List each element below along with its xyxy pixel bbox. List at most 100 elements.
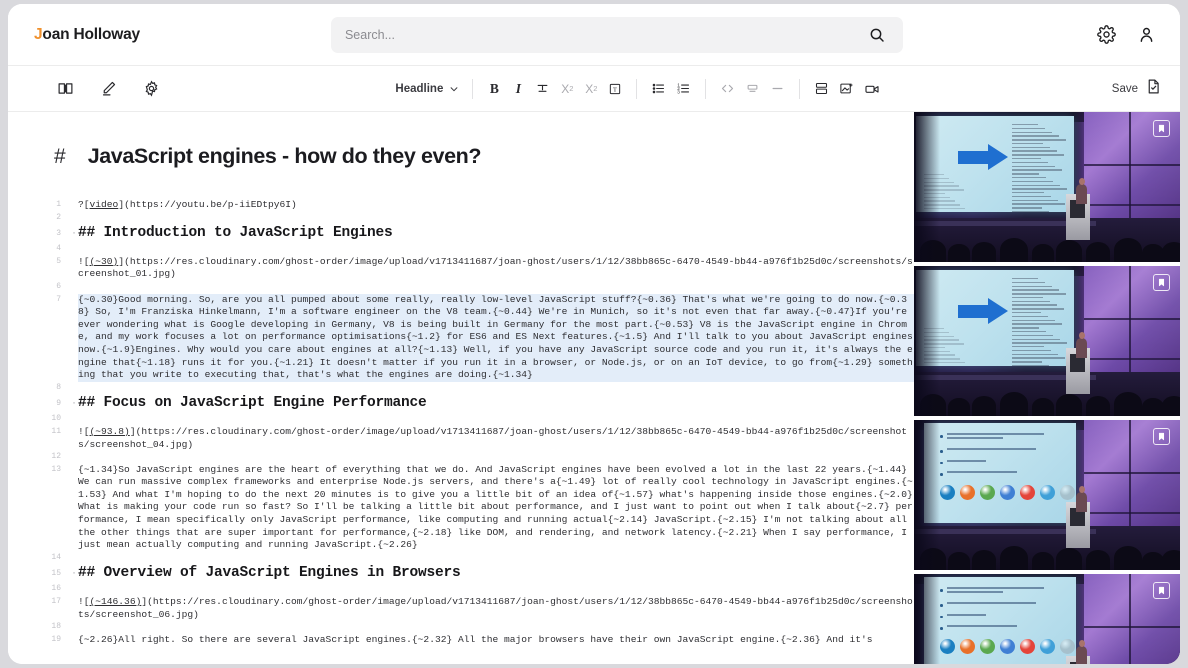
editor-line[interactable]: 8: [46, 382, 914, 395]
slide-bullet-item: [940, 602, 1044, 607]
audience-head: [1142, 244, 1164, 262]
audience-head: [1000, 546, 1028, 570]
style-select[interactable]: Headline: [391, 83, 463, 95]
editor-line[interactable]: 14: [46, 552, 914, 565]
editor-line[interactable]: 18: [46, 621, 914, 634]
slide-text-block: [1012, 278, 1068, 369]
speaker-figure: [1076, 332, 1087, 358]
gear-icon[interactable]: [1094, 23, 1118, 47]
bold-icon[interactable]: B: [482, 76, 506, 102]
toolbar-divider: [705, 78, 707, 99]
editor-line[interactable]: 17 ![(~146.36)](https://res.cloudinary.co…: [46, 596, 914, 621]
bookmark-icon[interactable]: [1153, 582, 1170, 599]
editor-line[interactable]: 9 · ## Focus on JavaScript Engine Performa…: [46, 394, 914, 413]
markdown-link-text[interactable]: video: [90, 199, 119, 210]
numbered-list-icon[interactable]: 1 2 3: [671, 76, 696, 102]
slide-bullet-list: [940, 587, 1044, 637]
editor-line[interactable]: 1 ?[video](https://youtu.be/p-iiEDtpy6I): [46, 199, 914, 212]
markdown-text: ?[video](https://youtu.be/p-iiEDtpy6I): [78, 199, 914, 212]
editor-line[interactable]: 7 {~0.30}Good morning. So, are you all pu…: [46, 293, 914, 382]
editor-line[interactable]: 13 {~1.34}So JavaScript engines are the h…: [46, 464, 914, 552]
screenshot-arrow-slide-1[interactable]: [914, 112, 1180, 262]
slide-bullet-list: [940, 433, 1044, 483]
audience-head: [1114, 546, 1142, 570]
toolbar-right-group: Save: [1112, 78, 1162, 100]
browser-logo: [1000, 485, 1015, 500]
editor-line[interactable]: 15 · ## Overview of JavaScript Engines in …: [46, 564, 914, 583]
audience-head: [972, 396, 996, 416]
audience-head: [1086, 396, 1110, 416]
audience-head: [1114, 238, 1142, 262]
brand-logo[interactable]: Joan Holloway: [34, 26, 140, 44]
markdown-text: [78, 552, 914, 565]
search-input[interactable]: [344, 27, 865, 42]
editor-line[interactable]: 19 {~2.26}All right. So there are several…: [46, 634, 914, 647]
fold-marker[interactable]: ·: [70, 224, 78, 243]
editor-line[interactable]: 12: [46, 451, 914, 464]
code-icon[interactable]: [715, 76, 740, 102]
screenshot-thumbnail-rail[interactable]: [914, 112, 1180, 664]
browser-logo: [1060, 639, 1075, 654]
screenshot-arrow-slide-2[interactable]: [914, 266, 1180, 416]
editor-line[interactable]: 16: [46, 583, 914, 596]
pencil-icon[interactable]: [95, 76, 122, 102]
save-button[interactable]: Save: [1112, 78, 1162, 100]
line-number: 15: [51, 569, 61, 579]
screenshot-engines-slide-1[interactable]: [914, 420, 1180, 570]
markdown-link-text[interactable]: (~93.8): [90, 426, 130, 437]
style-select-label: Headline: [395, 82, 444, 95]
editor-line[interactable]: 11 ![(~93.8)](https://res.cloudinary.com/…: [46, 426, 914, 451]
bookmark-icon[interactable]: [1153, 120, 1170, 137]
slide-bullet-item: [940, 587, 1044, 595]
edge-vignette: [914, 266, 940, 416]
layout-icon[interactable]: [809, 76, 834, 102]
editor-content[interactable]: 1 ?[video](https://youtu.be/p-iiEDtpy6I) 2…: [8, 199, 914, 646]
text-box-icon[interactable]: T: [603, 76, 627, 102]
app-window: Joan Holloway Search... Headline B I X 2…: [8, 4, 1180, 664]
browser-logo: [1060, 485, 1075, 500]
image-add-icon[interactable]: [834, 76, 859, 102]
video-icon[interactable]: [859, 76, 885, 102]
strikethrough-icon[interactable]: [530, 76, 555, 102]
gear-icon[interactable]: [138, 76, 165, 102]
editor-line[interactable]: 5 ![(~30)](https://res.cloudinary.com/gho…: [46, 256, 914, 281]
editor-line[interactable]: 4: [46, 243, 914, 256]
line-number: 13: [51, 464, 61, 474]
audience-head: [1000, 238, 1028, 262]
audience-head: [1032, 398, 1054, 416]
audience-head: [1056, 394, 1082, 416]
bookmark-icon[interactable]: [1153, 428, 1170, 445]
bookmark-icon[interactable]: [1153, 274, 1170, 291]
markdown-heading: ## Overview of JavaScript Engines in Bro…: [78, 565, 461, 582]
bullet-list-icon[interactable]: [646, 76, 671, 102]
editor-line[interactable]: 6: [46, 281, 914, 294]
editor-line[interactable]: 2: [46, 212, 914, 225]
document-check-icon[interactable]: [1145, 78, 1162, 100]
speaker-figure: [1076, 640, 1087, 664]
speaker-figure: [1076, 178, 1087, 204]
editor-line[interactable]: 3 · ## Introduction to JavaScript Engines: [46, 224, 914, 243]
superscript-icon[interactable]: X2: [579, 76, 603, 102]
screenshot-engines-slide-2[interactable]: [914, 574, 1180, 664]
markdown-plain-text: ?[: [78, 199, 90, 210]
markdown-link-text[interactable]: (~146.36): [90, 596, 142, 607]
user-icon[interactable]: [1134, 23, 1158, 47]
editor-line[interactable]: 10: [46, 413, 914, 426]
markdown-text: [78, 382, 914, 395]
fold-marker[interactable]: ·: [70, 394, 78, 413]
markdown-link-text[interactable]: (~30): [90, 256, 119, 267]
search-box[interactable]: [330, 16, 903, 53]
fold-marker[interactable]: ·: [70, 564, 78, 583]
slide-bullet-item: [940, 448, 1044, 453]
italic-icon[interactable]: I: [506, 76, 530, 102]
line-number: 11: [51, 426, 61, 436]
search-icon[interactable]: [865, 23, 889, 47]
markdown-editor[interactable]: # JavaScript engines - how do they even?…: [8, 112, 914, 664]
subscript-icon[interactable]: X2: [555, 76, 579, 102]
quote-icon[interactable]: [740, 76, 765, 102]
document-title: # JavaScript engines - how do they even?: [8, 112, 914, 169]
line-number: 9: [56, 399, 61, 409]
horizontal-rule-icon[interactable]: [765, 76, 790, 102]
line-number: 8: [56, 382, 61, 392]
book-icon[interactable]: [52, 76, 79, 102]
